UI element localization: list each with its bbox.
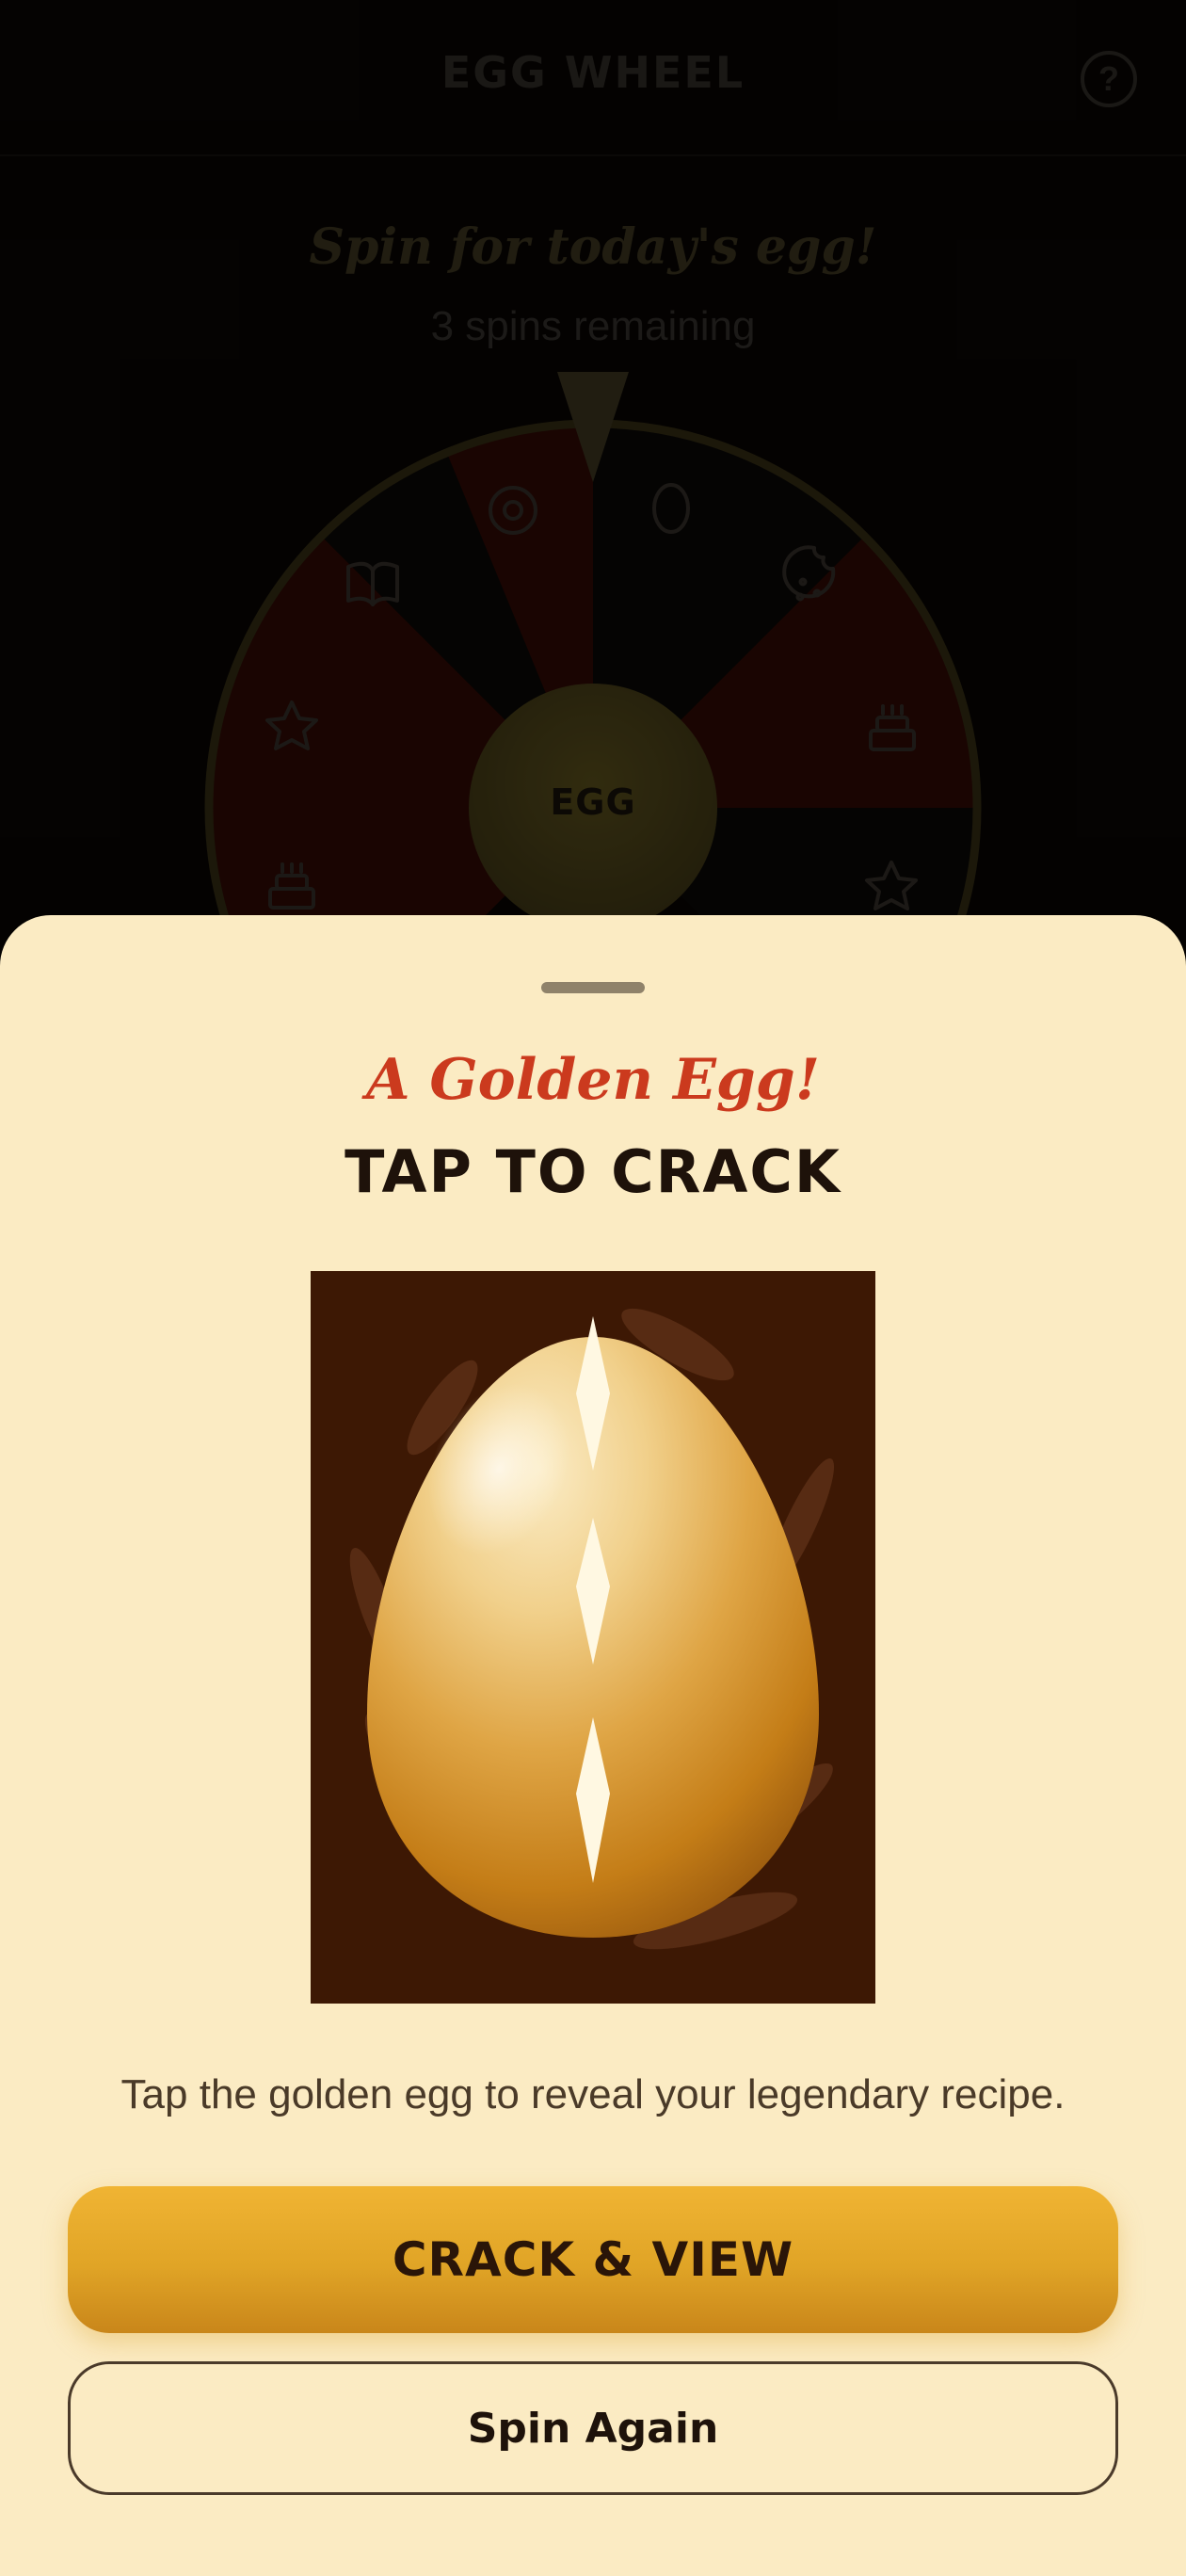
spin-wheel[interactable] xyxy=(0,358,1186,923)
spin-again-button[interactable]: Spin Again xyxy=(68,2361,1118,2495)
sheet-title: TAP TO CRACK xyxy=(345,1137,841,1206)
crack-hint: Tap the golden egg to reveal your legend… xyxy=(120,2071,1066,2117)
top-bar: EGG WHEEL ? xyxy=(0,0,1186,156)
sheet-grabber[interactable] xyxy=(541,982,645,993)
wheel-center-label: EGG xyxy=(550,781,636,823)
wheel-subtitle: Spin for today's egg! xyxy=(309,218,877,276)
question-icon: ? xyxy=(1098,59,1119,98)
app-title: EGG WHEEL xyxy=(441,47,745,98)
help-button[interactable]: ? xyxy=(1081,51,1137,107)
crack-glints xyxy=(576,1316,610,1883)
crack-and-view-button[interactable]: CRACK & VIEW xyxy=(68,2186,1118,2333)
spins-remaining: 3 spins remaining xyxy=(430,303,756,349)
app-root: EGG WHEEL ? Spin for today's egg! 3 spin… xyxy=(0,0,1186,2576)
sheet-kicker: A Golden Egg! xyxy=(365,1047,821,1113)
golden-egg-card[interactable] xyxy=(311,1271,875,2004)
reward-sheet: A Golden Egg! TAP TO CRACK Tap the golde… xyxy=(0,915,1186,2576)
